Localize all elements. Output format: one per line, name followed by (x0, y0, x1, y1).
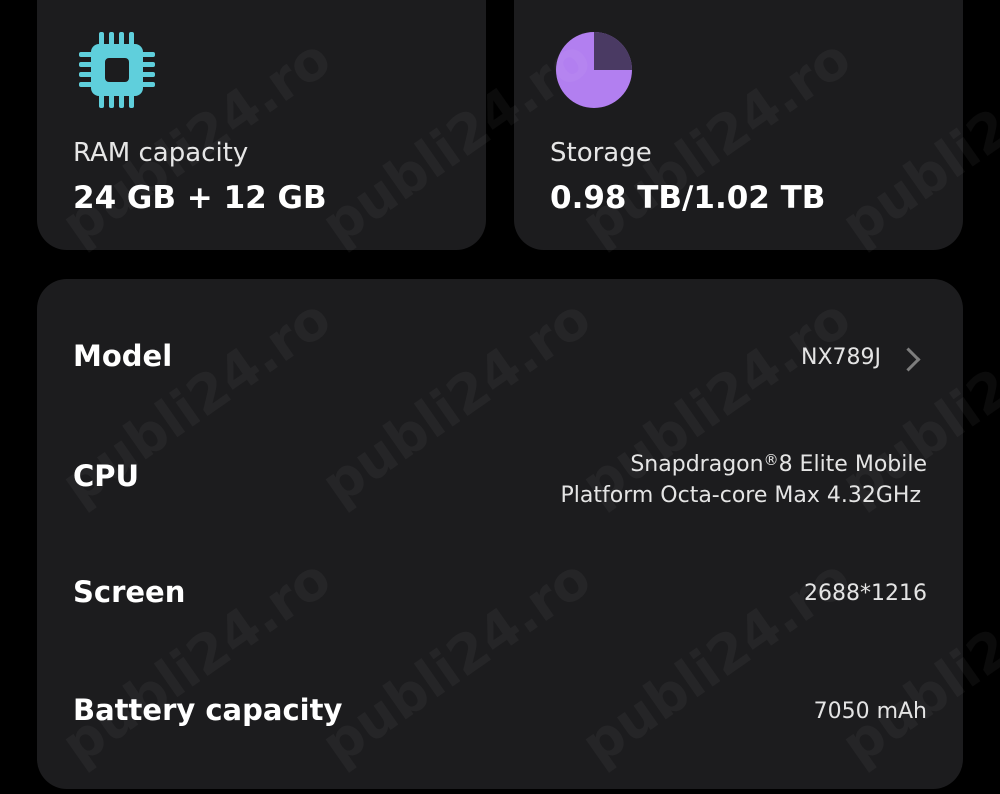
model-value: NX789J (800, 345, 881, 370)
screen-row: Screen 2688*1216 (37, 575, 963, 615)
battery-label: Battery capacity (73, 693, 343, 727)
cpu-row: CPU Snapdragon®8 Elite Mobile Platform O… (37, 447, 963, 517)
cpu-label: CPU (73, 459, 140, 493)
cpu-model: 8 Elite Mobile (778, 452, 927, 477)
ram-label: RAM capacity (73, 138, 249, 168)
chevron-right-icon (896, 347, 921, 372)
storage-label: Storage (550, 138, 652, 168)
cpu-value-line-2: Platform Octa-core Max 4.32GHz (560, 483, 921, 508)
storage-card[interactable]: Storage 0.98 TB/1.02 TB (514, 0, 963, 250)
battery-row: Battery capacity 7050 mAh (37, 693, 963, 733)
cpu-chip-icon (79, 32, 155, 108)
pie-chart-icon (556, 32, 632, 108)
ram-card[interactable]: RAM capacity 24 GB + 12 GB (37, 0, 486, 250)
cpu-value: Snapdragon®8 Elite Mobile Platform Octa-… (561, 449, 927, 511)
model-label: Model (73, 339, 173, 373)
storage-value: 0.98 TB/1.02 TB (550, 180, 826, 216)
screen-value: 2688*1216 (804, 581, 927, 606)
ram-value: 24 GB + 12 GB (73, 180, 327, 216)
screen-label: Screen (73, 575, 186, 609)
cpu-brand: Snapdragon (630, 452, 764, 477)
specs-card: Model NX789J CPU Snapdragon®8 Elite Mobi… (37, 279, 963, 789)
cpu-value-line-1: Snapdragon®8 Elite Mobile (561, 449, 927, 480)
device-info-page: RAM capacity 24 GB + 12 GB Storage 0.98 … (0, 0, 1000, 794)
registered-mark: ® (763, 451, 779, 469)
model-row[interactable]: Model NX789J (37, 339, 963, 379)
battery-value: 7050 mAh (813, 699, 927, 724)
